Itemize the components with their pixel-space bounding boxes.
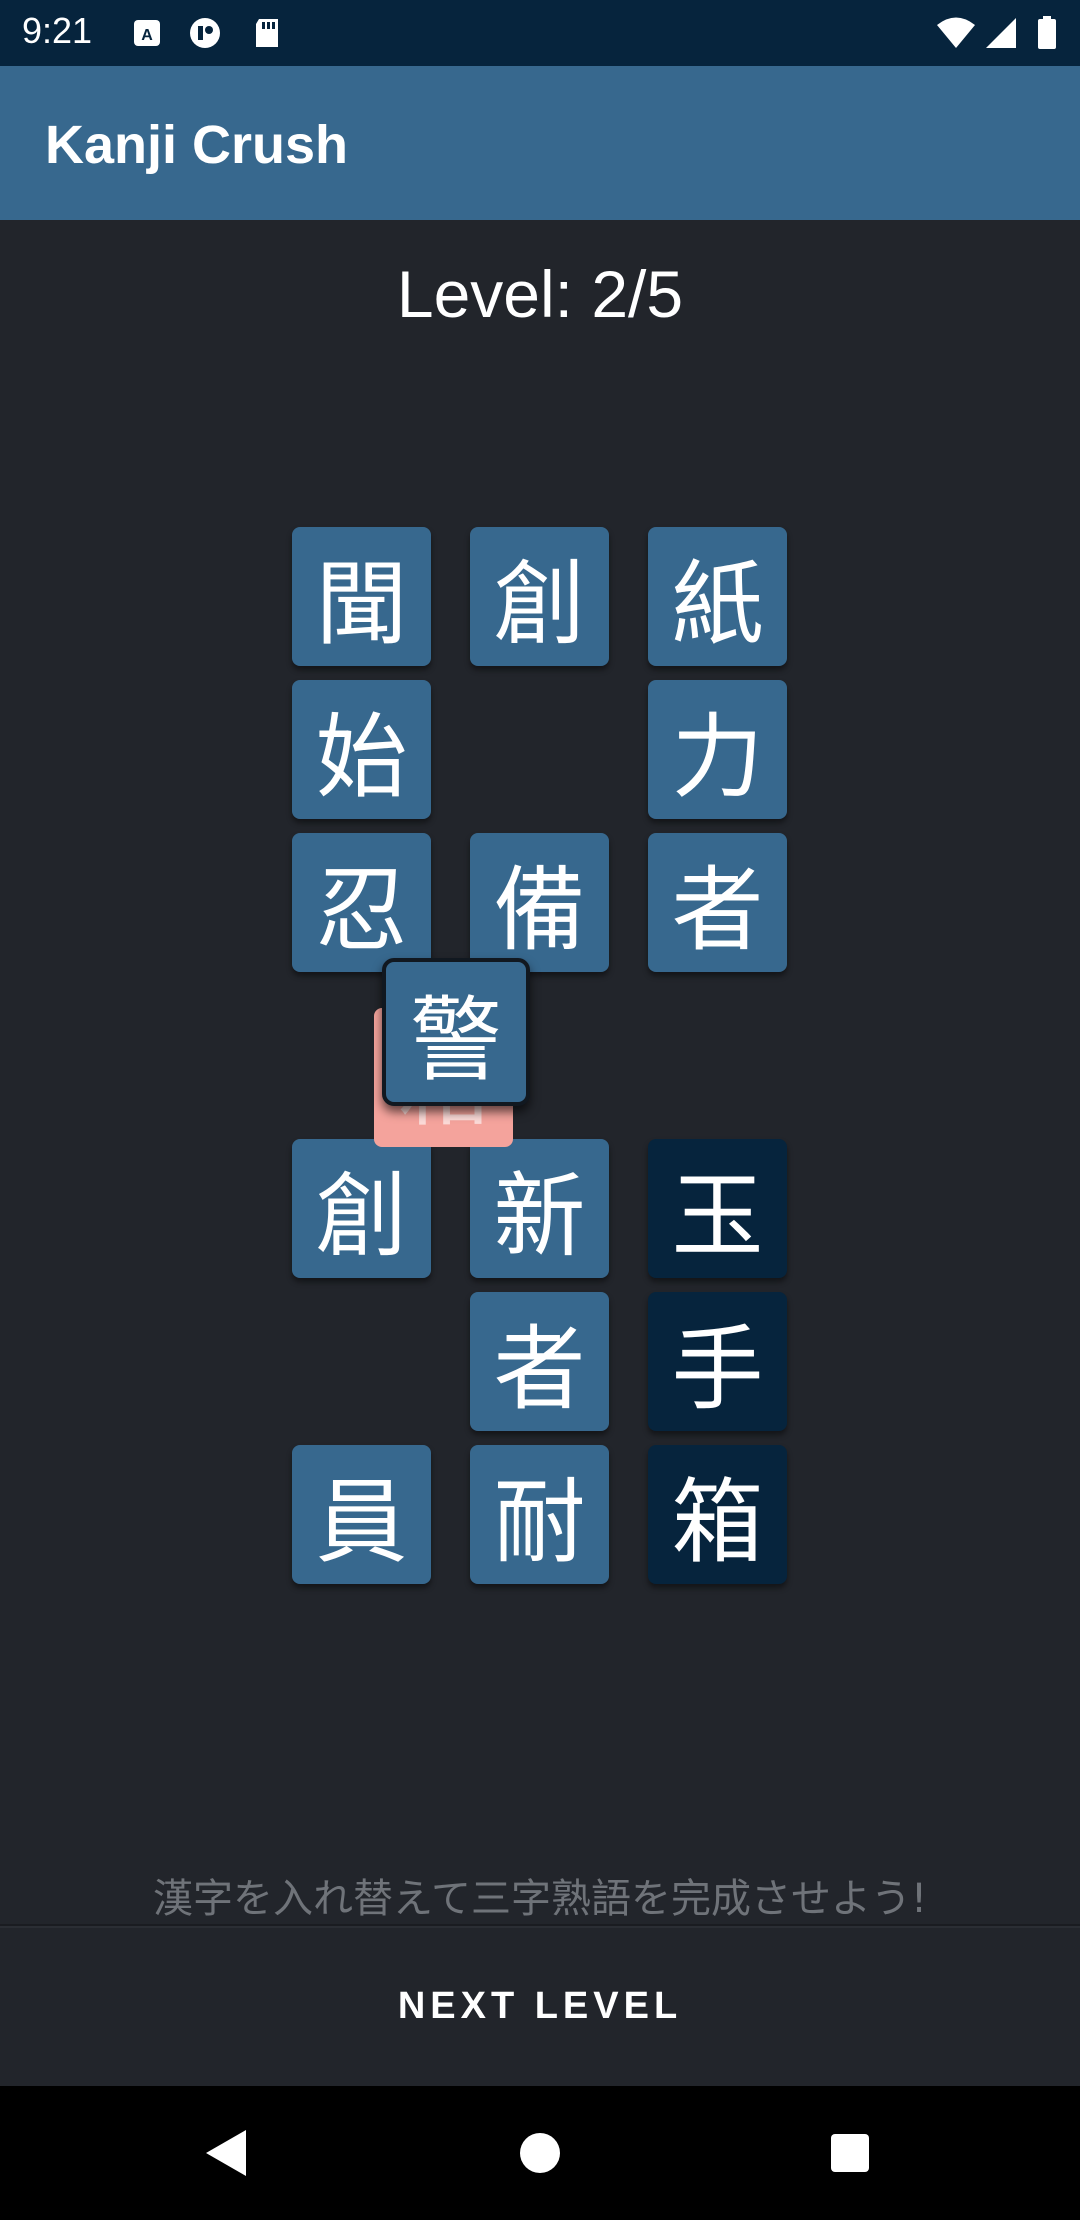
record-icon [188, 16, 222, 50]
kanji-tile[interactable]: 備 [470, 833, 609, 972]
kanji-tile[interactable]: 手 [648, 1292, 787, 1431]
kanji-tile[interactable]: 力 [648, 680, 787, 819]
kanji-tile[interactable]: 員 [292, 1445, 431, 1584]
battery-icon [1036, 16, 1058, 50]
kanji-tile[interactable]: 創 [292, 1139, 431, 1278]
app-bar: Kanji Crush [0, 66, 1080, 220]
kanji-tile[interactable]: 者 [648, 833, 787, 972]
status-time: 9:21 [22, 10, 93, 51]
sd-card-icon [250, 16, 284, 50]
kanji-tile[interactable]: 創 [470, 527, 609, 666]
signal-icon [984, 16, 1018, 50]
kanji-tile[interactable]: 新 [470, 1139, 609, 1278]
level-indicator: Level: 2/5 [396, 257, 684, 331]
kanji-tile[interactable]: 聞 [292, 527, 431, 666]
kanji-tile[interactable]: 忍 [292, 833, 431, 972]
keyboard-a-icon: A [130, 16, 164, 50]
instruction-text: 漢字を入れ替えて三字熟語を完成させよう! [152, 1876, 928, 1922]
home-icon[interactable] [480, 2086, 600, 2220]
app-title: Kanji Crush [45, 115, 349, 175]
kanji-tile[interactable]: 耐 [470, 1445, 609, 1584]
kanji-tile[interactable]: 紙 [648, 527, 787, 666]
kanji-tile[interactable]: 箱 [648, 1445, 787, 1584]
status-bar: 9:21 A [0, 0, 1080, 66]
next-level-button[interactable]: NEXT LEVEL [0, 1924, 1080, 2086]
navigation-bar [0, 2086, 1080, 2220]
recents-icon[interactable] [790, 2086, 910, 2220]
wifi-icon [936, 16, 976, 50]
kanji-tile[interactable]: 玉 [648, 1139, 787, 1278]
kanji-tile[interactable]: 始 [292, 680, 431, 819]
back-icon[interactable] [165, 2086, 285, 2220]
kanji-tile[interactable]: 者 [470, 1292, 609, 1431]
svg-text:A: A [141, 27, 153, 44]
dragged-kanji-tile[interactable]: 警 [382, 958, 530, 1106]
